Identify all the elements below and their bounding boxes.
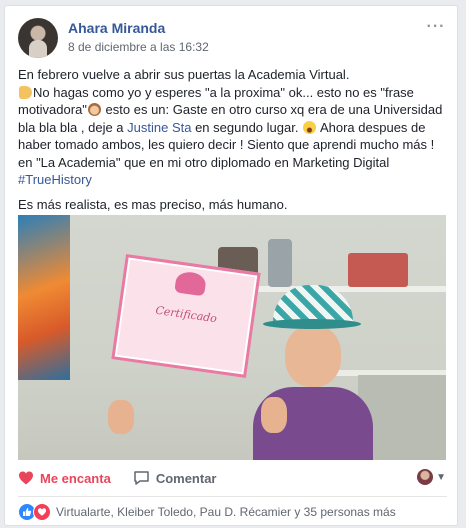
divider [18,496,447,497]
reaction-identity-selector[interactable]: ▼ [417,469,446,485]
post-card: Ahara Miranda 8 de diciembre a las 16:32… [4,5,458,526]
post-photo[interactable]: Certificado [18,215,446,460]
hashtag-link[interactable]: #TrueHistory [18,172,92,187]
shouting-face-emoji-icon [303,120,317,134]
reactors-names[interactable]: Virtualarte, Kleiber Toledo, Pau D. Réca… [56,505,396,519]
caret-down-icon: ▼ [436,471,446,483]
post-timestamp[interactable]: 8 de diciembre a las 16:32 [68,40,209,54]
post-header: Ahara Miranda 8 de diciembre a las 16:32… [18,18,447,62]
author-avatar[interactable] [18,18,58,58]
post-actions: Me encanta Comentar ▼ [18,460,446,496]
comment-label: Comentar [155,470,217,486]
academy-logo [174,270,207,297]
author-name[interactable]: Ahara Miranda [68,20,165,36]
pointing-hand-emoji-icon [19,85,32,99]
more-options-icon[interactable]: ··· [425,18,447,36]
love-reaction-icon [33,503,51,521]
certificate: Certificado [111,254,261,378]
post-paragraph-1: En febrero vuelve a abrir sus puertas la… [18,67,443,187]
wall-poster [18,215,70,380]
thumbs-up-icon [23,508,32,516]
heart-icon [19,471,33,485]
comment-button[interactable]: Comentar [133,470,217,486]
love-reaction-button[interactable]: Me encanta [18,470,111,486]
love-reaction-label: Me encanta [40,470,111,486]
mention-link[interactable]: Justine Sta [127,120,191,135]
user-avatar [417,469,434,485]
comment-icon [134,471,149,485]
monkey-emoji-icon [87,103,101,116]
small-heart-icon [37,508,47,516]
reactions-summary[interactable]: Virtualarte, Kleiber Toledo, Pau D. Réca… [18,503,396,521]
person [108,285,383,460]
post-paragraph-2: Es más realista, es mas preciso, más hum… [18,196,288,212]
post-text: En febrero vuelve a abrir sus puertas la… [18,66,446,213]
